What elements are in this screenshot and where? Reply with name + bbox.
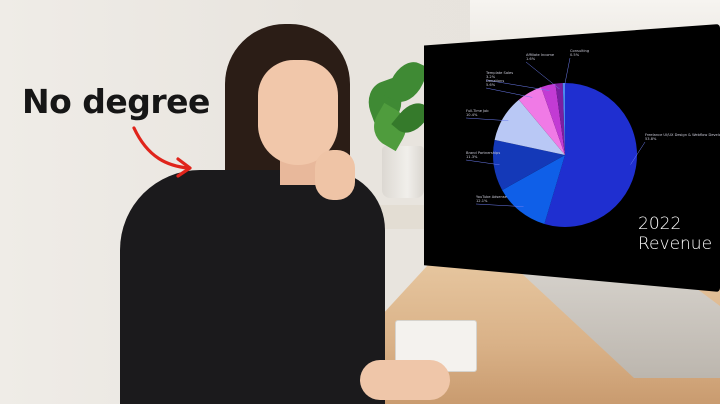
pie-slice-label: YouTube Adsense 12.1% [476, 195, 507, 203]
slice-value-text: 11.3% [466, 155, 478, 160]
pie-slice-label: Affiliate Income 1.6% [526, 53, 554, 61]
chart-title-line: 2022 [638, 214, 682, 234]
chart-title-line: Revenue [638, 234, 713, 254]
photo-scene: 2022 Revenue No degree Freelance UI/UX D… [0, 0, 720, 404]
slice-value-text: 53.8% [645, 137, 657, 142]
slice-value-text: 1.6% [526, 57, 536, 62]
no-degree-caption: No degree [22, 82, 210, 121]
pie-leader-line [465, 117, 509, 121]
person-hand-on-keyboard [360, 360, 450, 400]
slice-value-text: 3.2% [486, 75, 496, 80]
pie-slice-label: Donations 5.6% [486, 79, 504, 87]
person-face [258, 60, 338, 165]
pie-slice-label: Consulting 0.5% [570, 49, 589, 57]
plant-pot [382, 146, 424, 198]
slice-value-text: 0.5% [570, 53, 580, 58]
person-black-sweater [120, 170, 385, 404]
pie-leader-line [485, 87, 533, 98]
pie-slice-label: Full-Time Job 10.4% [466, 109, 489, 117]
pie-slice-label: Template Sales 3.2% [486, 71, 513, 79]
slice-value-text: 10.4% [466, 113, 478, 118]
pie-slice-label: Freelance UI/UX Design & Webflow Develop… [645, 133, 720, 141]
red-arrow-icon [132, 126, 192, 178]
slice-value-text: 5.6% [486, 83, 496, 88]
person-hand-on-chin [315, 150, 355, 200]
chart-title: 2022 Revenue [638, 214, 718, 254]
pie-leader-line [525, 61, 560, 90]
slice-value-text: 12.1% [476, 199, 488, 204]
pie-slice-label: Brand Partnerships 11.3% [466, 151, 500, 159]
